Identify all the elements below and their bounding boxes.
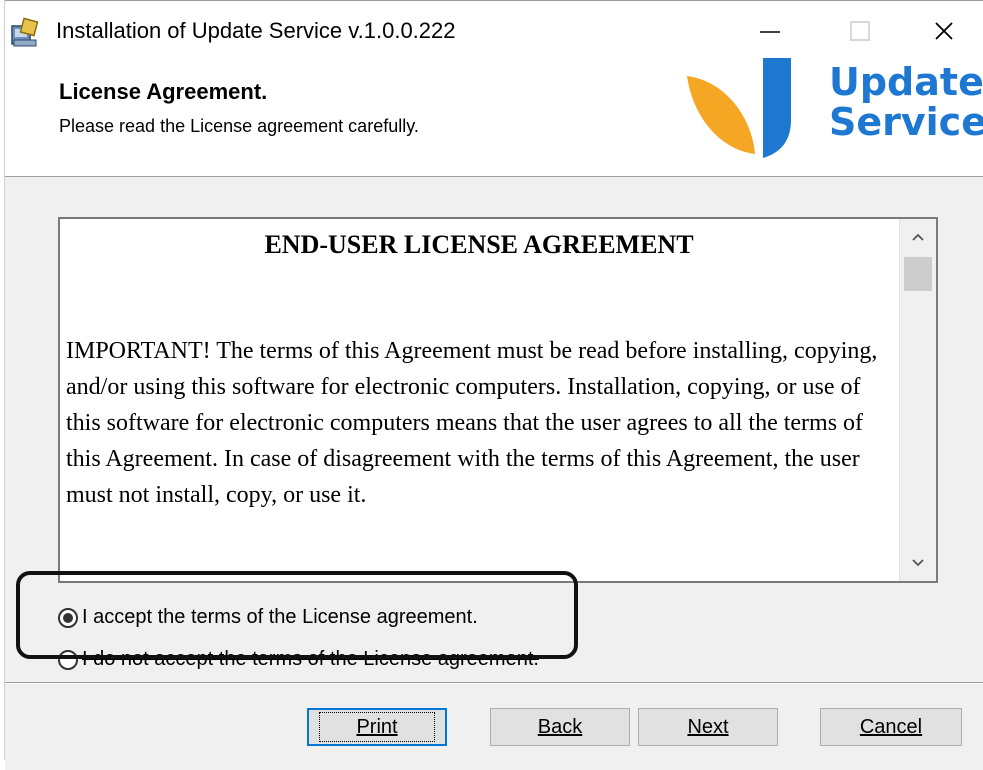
next-button-label: Next	[687, 715, 729, 738]
minimize-button[interactable]	[740, 8, 800, 54]
page-subtitle: Please read the License agreement carefu…	[59, 116, 419, 136]
print-button[interactable]: Print	[307, 708, 447, 746]
update-service-logo: Update Service	[681, 54, 983, 166]
maximize-button	[830, 8, 890, 54]
window-title: Installation of Update Service v.1.0.0.2…	[56, 18, 456, 43]
minimize-icon	[760, 31, 780, 33]
eula-paragraph: IMPORTANT! The terms of this Agreement m…	[66, 338, 878, 508]
license-text-box[interactable]: END-USER LICENSE AGREEMENT IMPORTANT! Th…	[58, 217, 938, 583]
logo-text: Update Service	[829, 62, 983, 142]
logo-text-line1: Update	[829, 60, 983, 104]
accept-terms-label: I accept the terms of the License agreem…	[82, 606, 478, 628]
logo-text-line2: Service	[829, 100, 983, 144]
dialog-header: License Agreement. Please read the Licen…	[5, 58, 983, 176]
decline-terms-radio[interactable]: I do not accept the terms of the License…	[58, 648, 539, 671]
close-icon	[935, 22, 953, 40]
scroll-thumb[interactable]	[904, 257, 932, 291]
decline-terms-label: I do not accept the terms of the License…	[82, 648, 539, 670]
radio-unchecked-icon[interactable]	[58, 649, 78, 670]
back-button-label: Back	[537, 715, 583, 738]
print-button-label: Print	[319, 712, 435, 742]
scroll-down-button[interactable]	[900, 545, 936, 581]
radio-checked-icon[interactable]	[58, 607, 78, 628]
cancel-button-label: Cancel	[859, 715, 923, 738]
footer-divider-highlight	[5, 683, 983, 684]
chevron-up-icon	[912, 233, 924, 241]
next-button[interactable]: Next	[638, 708, 778, 746]
logo-mark-icon	[687, 58, 791, 158]
page-title: License Agreement.	[59, 79, 268, 104]
license-content: END-USER LICENSE AGREEMENT IMPORTANT! Th…	[60, 219, 898, 581]
back-button[interactable]: Back	[490, 708, 630, 746]
chevron-down-icon	[912, 559, 924, 567]
cancel-button[interactable]: Cancel	[820, 708, 962, 746]
installer-app-icon	[10, 16, 44, 48]
accept-terms-radio[interactable]: I accept the terms of the License agreem…	[58, 606, 478, 629]
vertical-scrollbar[interactable]	[899, 219, 936, 581]
close-button[interactable]	[914, 8, 974, 54]
scroll-up-button[interactable]	[900, 219, 936, 255]
maximize-icon	[850, 21, 870, 41]
eula-heading: END-USER LICENSE AGREEMENT	[264, 230, 694, 259]
window-top-border	[4, 0, 983, 1]
